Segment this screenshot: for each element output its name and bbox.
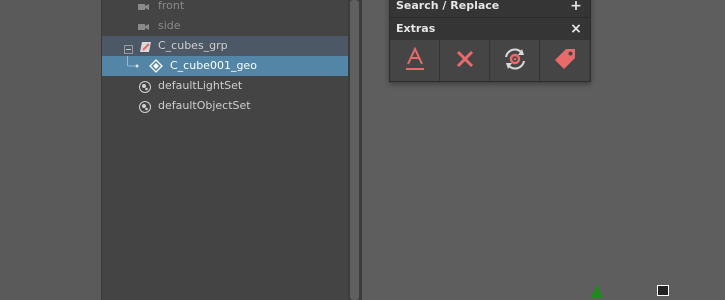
y-axis-gizmo-icon[interactable]: [591, 284, 603, 298]
cycle-settings-icon: [502, 46, 528, 75]
delete-button[interactable]: [440, 40, 490, 81]
cursor-icon: [657, 285, 669, 296]
collapse-minus-icon[interactable]: [124, 41, 133, 54]
outliner-item-label: defaultLightSet: [158, 79, 243, 92]
extras-header[interactable]: Extras ×: [390, 18, 590, 40]
add-icon[interactable]: +: [569, 0, 583, 17]
delete-x-icon: [454, 48, 476, 73]
outliner-scrollbar[interactable]: [348, 0, 361, 300]
group-transform-icon: [139, 40, 151, 52]
tag-button[interactable]: [540, 40, 589, 81]
search-replace-title: Search / Replace: [396, 0, 500, 12]
outliner-item-defaultobjectset[interactable]: defaultObjectSet: [102, 96, 348, 116]
outliner-item-label: front: [158, 0, 185, 12]
extras-title: Extras: [396, 22, 436, 35]
tool-panel: Search / Replace + Extras ×: [389, 0, 591, 82]
extras-toolbar: [390, 40, 590, 81]
tree-branch-icon: [126, 56, 140, 76]
outliner-item-label: defaultObjectSet: [158, 99, 251, 112]
set-icon: [139, 80, 151, 93]
text-format-button[interactable]: [390, 40, 440, 81]
outliner-item-defaultlightset[interactable]: defaultLightSet: [102, 76, 348, 96]
text-format-icon: [404, 46, 426, 75]
outliner-item-side[interactable]: side: [102, 16, 348, 36]
outliner-item-label: C_cube001_geo: [170, 59, 257, 72]
cycle-settings-button[interactable]: [490, 40, 540, 81]
outliner-item-label: C_cubes_grp: [158, 39, 228, 52]
close-icon[interactable]: ×: [569, 18, 583, 40]
camera-icon: [138, 20, 150, 32]
outliner-item-c-cubes-grp[interactable]: C_cubes_grp: [102, 36, 348, 56]
outliner-list: front side C_cubes_grp C_cube001_geo def…: [102, 0, 348, 120]
outliner-item-label: side: [158, 19, 181, 32]
search-replace-header[interactable]: Search / Replace +: [390, 0, 590, 17]
left-gutter: [0, 0, 101, 300]
tag-icon: [553, 47, 577, 74]
outliner-item-front[interactable]: front: [102, 0, 348, 16]
scrollbar-thumb[interactable]: [350, 0, 359, 300]
set-icon: [139, 100, 151, 113]
outliner-item-c-cube001-geo[interactable]: C_cube001_geo: [102, 56, 348, 76]
outliner-panel: front side C_cubes_grp C_cube001_geo def…: [101, 0, 349, 300]
camera-icon: [138, 0, 150, 12]
mesh-icon: [149, 59, 163, 73]
